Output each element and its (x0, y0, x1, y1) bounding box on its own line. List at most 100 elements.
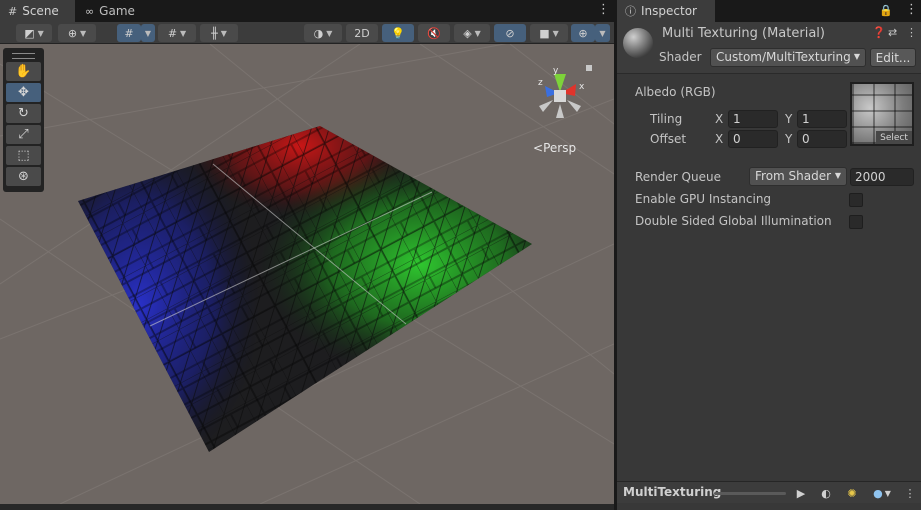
gizmo-lock-icon[interactable] (586, 65, 592, 71)
play-preview-button[interactable]: ▶ (792, 484, 810, 502)
global-local-dropdown[interactable]: ⊕ ▼ (58, 24, 96, 42)
chevron-down-icon: ▼ (552, 28, 559, 38)
tab-game[interactable]: ∞ Game (77, 0, 145, 22)
render-queue-mode: From Shader (755, 169, 832, 183)
preview-bar: MultiTexturing ▶ ◐ ✺ ● ▼ ⋮ (617, 481, 921, 503)
component-menu-icon[interactable]: ⋮ (906, 26, 917, 39)
preset-icon[interactable]: ⇄ (888, 26, 897, 39)
gizmos-toggle[interactable]: ⊕ (571, 24, 595, 42)
chevron-down-icon: ▼ (144, 28, 152, 38)
preview-mesh-button[interactable]: ◐ (817, 484, 835, 502)
tool-palette-grip[interactable] (12, 53, 35, 59)
preview-lights-button[interactable]: ✺ (843, 484, 861, 502)
shader-dropdown[interactable]: Custom/MultiTexturing ▼ (710, 48, 866, 67)
chevron-down-icon: ▼ (326, 28, 333, 38)
move-icon: ✥ (18, 85, 29, 100)
scale-tool[interactable]: ⤢ (6, 125, 41, 144)
render-queue-label: Render Queue (635, 170, 721, 184)
transform-icon: ⊛ (18, 169, 29, 184)
tab-game-label: Game (99, 4, 135, 18)
draw-mode-dropdown[interactable]: ◩ ▼ (16, 24, 52, 42)
shading-mode-dropdown[interactable]: ◑ ▼ (304, 24, 342, 42)
effects-dropdown[interactable]: ◈ ▼ (454, 24, 490, 42)
tiling-label: Tiling (650, 112, 683, 126)
rotate-tool[interactable]: ↻ (6, 104, 41, 123)
tab-scene[interactable]: # Scene (0, 0, 75, 22)
hand-tool[interactable]: ✋ (6, 62, 41, 81)
edit-shader-button[interactable]: Edit... (870, 48, 916, 67)
preview-resize-handle[interactable] (714, 492, 786, 495)
chevron-down-icon: ▼ (853, 52, 860, 61)
grid-snap-icon: # (167, 26, 178, 40)
offset-y-axis: Y (785, 132, 793, 146)
lock-icon[interactable]: 🔒 (879, 4, 893, 17)
persp-arrow-icon: < (533, 141, 544, 155)
sphere-icon: ◑ (313, 26, 324, 40)
snap-dropdown[interactable]: ▼ (141, 24, 155, 42)
preview-background-dropdown[interactable]: ● ▼ (869, 484, 895, 502)
gamepad-icon: ∞ (85, 4, 95, 18)
audio-toggle[interactable]: 🔇 (418, 24, 450, 42)
material-title: Multi Texturing (Material) (662, 26, 825, 41)
tiling-x-field[interactable]: 1 (728, 110, 778, 128)
offset-y-field[interactable]: 0 (797, 130, 847, 148)
eye-crossed-icon: ⊘ (505, 26, 515, 40)
scale-icon: ⤢ (18, 127, 29, 142)
snap-icon: # (124, 26, 134, 40)
double-sided-gi-label: Double Sided Global Illumination (635, 214, 832, 228)
gizmo-x-label: x (579, 82, 585, 92)
help-icon[interactable]: ❓ (872, 26, 886, 39)
play-icon: ▶ (796, 486, 806, 500)
hand-icon: ✋ (15, 64, 32, 79)
orientation-gizmo[interactable]: y x z (525, 60, 595, 126)
material-preview-icon (623, 28, 653, 58)
scene-viewport[interactable] (0, 44, 614, 504)
increment-snap-dropdown[interactable]: ╫ ▼ (200, 24, 238, 42)
inspector-menu-icon[interactable]: ⋮ (905, 2, 918, 17)
tiling-y-field[interactable]: 1 (797, 110, 847, 128)
albedo-select-button[interactable]: Select (876, 131, 912, 144)
chevron-down-icon: ▼ (834, 171, 841, 180)
preview-menu-icon[interactable]: ⋮ (903, 484, 917, 502)
gizmo-y-axis[interactable] (554, 74, 566, 92)
gizmo-y-label: y (553, 66, 559, 76)
tab-inspector[interactable]: ⓘ Inspector (617, 0, 715, 22)
chevron-down-icon: ▼ (80, 28, 87, 38)
globe-icon: ● (873, 486, 883, 500)
scene-tabbar: # Scene ∞ Game ⋮ (0, 0, 614, 22)
mode-2d-toggle[interactable]: 2D (346, 24, 378, 42)
camera-dropdown[interactable]: ■ ▼ (530, 24, 568, 42)
render-queue-field[interactable]: 2000 (850, 168, 914, 186)
chevron-down-icon: ▼ (599, 28, 606, 38)
lighting-toggle[interactable]: 💡 (382, 24, 414, 42)
gpu-instancing-label: Enable GPU Instancing (635, 192, 772, 206)
gizmos-dropdown[interactable]: ▼ (595, 24, 610, 42)
scene-visibility-toggle[interactable]: ⊘ (494, 24, 526, 42)
preview-title: MultiTexturing (623, 485, 722, 499)
albedo-label: Albedo (RGB) (635, 85, 716, 99)
scene-menu-icon[interactable]: ⋮ (597, 2, 610, 17)
rect-icon: ⬚ (17, 148, 30, 163)
gpu-instancing-checkbox[interactable] (849, 193, 863, 207)
persp-toggle[interactable]: <Persp (533, 141, 576, 155)
lights-icon: ✺ (847, 486, 857, 500)
grid-snap-dropdown[interactable]: # ▼ (158, 24, 196, 42)
shader-label: Shader (659, 50, 702, 64)
render-queue-dropdown[interactable]: From Shader ▼ (749, 167, 847, 186)
gizmo-center-cube[interactable] (554, 90, 566, 102)
tool-palette: ✋ ✥ ↻ ⤢ ⬚ ⊛ (3, 48, 44, 192)
albedo-texture-slot[interactable]: Select (850, 82, 914, 146)
double-sided-gi-checkbox[interactable] (849, 215, 863, 229)
snap-toggle[interactable]: # (117, 24, 141, 42)
offset-x-axis: X (715, 132, 724, 146)
offset-x-field[interactable]: 0 (728, 130, 778, 148)
inspector-tabbar: ⓘ Inspector 🔒 ⋮ (617, 0, 921, 22)
material-header: Multi Texturing (Material) ❓ ⇄ ⋮ Shader … (617, 22, 921, 74)
edit-shader-label: Edit... (875, 50, 911, 65)
rect-tool[interactable]: ⬚ (6, 146, 41, 165)
transform-tool[interactable]: ⊛ (6, 167, 41, 186)
gizmo-icon: ⊕ (578, 26, 588, 40)
scene-render (0, 44, 614, 504)
multi-texture-plane[interactable] (0, 44, 614, 504)
move-tool[interactable]: ✥ (6, 83, 41, 102)
